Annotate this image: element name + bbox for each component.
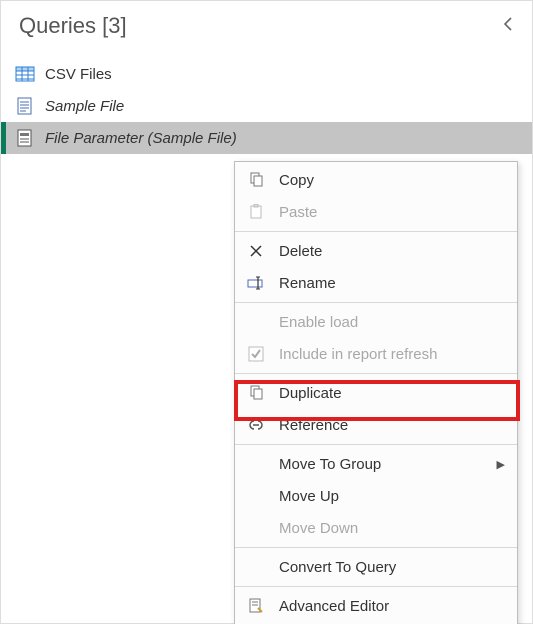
menu-item-reference[interactable]: Reference [235,409,517,441]
selection-bar [1,122,6,154]
menu-label: Rename [279,275,505,292]
menu-separator [235,547,517,548]
submenu-arrow-icon: ▶ [497,458,505,471]
menu-label: Advanced Editor [279,598,505,615]
menu-label: Move To Group [279,456,485,473]
menu-item-move-up[interactable]: Move Up [235,480,517,512]
query-item-csv-files[interactable]: CSV Files [1,58,532,90]
reference-icon [245,417,267,433]
menu-separator [235,586,517,587]
menu-item-advanced-editor[interactable]: Advanced Editor [235,590,517,622]
query-item-sample-file[interactable]: Sample File [1,90,532,122]
menu-item-convert-to-query[interactable]: Convert To Query [235,551,517,583]
menu-label: Reference [279,417,505,434]
menu-item-copy[interactable]: Copy [235,164,517,196]
paste-icon [245,204,267,220]
query-list: CSV Files Sample File [1,56,532,156]
context-menu: Copy Paste Delete Rename Enable load [234,161,518,624]
menu-separator [235,231,517,232]
menu-separator [235,373,517,374]
query-label: File Parameter (Sample File) [45,130,237,147]
menu-item-rename[interactable]: Rename [235,267,517,299]
advanced-editor-icon [245,598,267,614]
query-label: CSV Files [45,66,112,83]
menu-item-duplicate[interactable]: Duplicate [235,377,517,409]
menu-separator [235,444,517,445]
check-icon [245,346,267,362]
menu-label: Paste [279,204,505,221]
menu-item-paste: Paste [235,196,517,228]
table-icon [15,65,35,83]
panel-title: Queries [3] [19,13,127,39]
param-icon [15,129,35,147]
copy-icon [245,172,267,188]
menu-item-include-refresh: Include in report refresh [235,338,517,370]
menu-label: Duplicate [279,385,505,402]
menu-label: Enable load [279,314,505,331]
menu-label: Delete [279,243,505,260]
menu-separator [235,302,517,303]
delete-icon [245,244,267,258]
menu-item-enable-load: Enable load [235,306,517,338]
menu-item-move-to-group[interactable]: Move To Group ▶ [235,448,517,480]
menu-label: Move Down [279,520,505,537]
rename-icon [245,276,267,290]
collapse-chevron-icon[interactable] [498,11,518,40]
menu-item-move-down: Move Down [235,512,517,544]
panel-header: Queries [3] [1,1,532,56]
queries-panel: Queries [3] CSV Files [0,0,533,624]
query-item-file-parameter[interactable]: File Parameter (Sample File) [1,122,532,154]
menu-item-delete[interactable]: Delete [235,235,517,267]
menu-label: Include in report refresh [279,346,505,363]
doc-icon [15,97,35,115]
duplicate-icon [245,385,267,401]
menu-label: Move Up [279,488,505,505]
menu-label: Convert To Query [279,559,505,576]
menu-label: Copy [279,172,505,189]
query-label: Sample File [45,98,124,115]
